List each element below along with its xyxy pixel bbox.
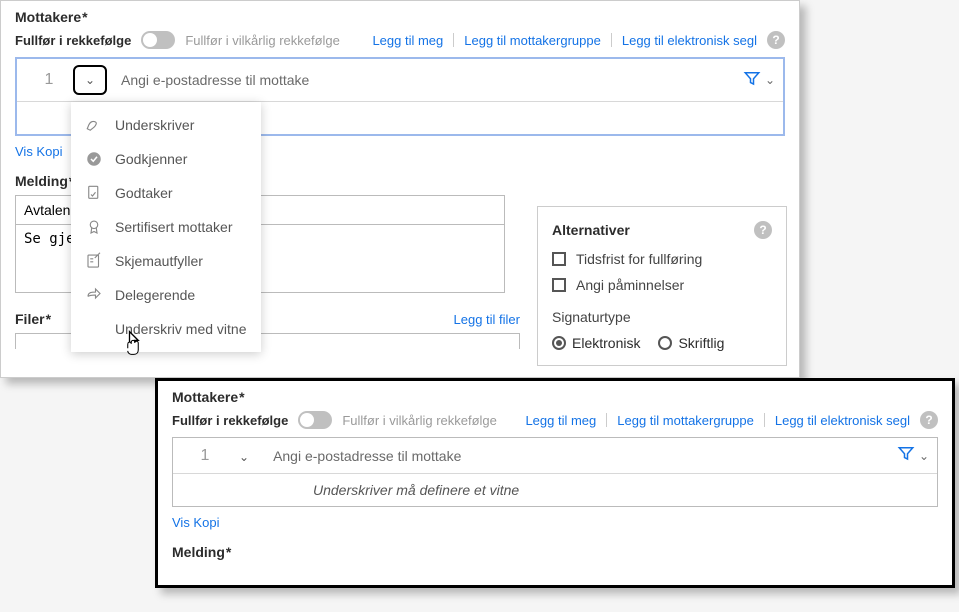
document-check-icon	[85, 184, 103, 202]
chevron-down-icon-2: ⌄	[239, 450, 249, 464]
chevron-down-icon: ⌄	[85, 73, 95, 87]
order-alt-label: Fullfør i vilkårlig rekkefølge	[185, 33, 340, 48]
radio-written[interactable]	[658, 336, 672, 350]
recipients-title: Mottakere	[15, 9, 785, 25]
witness-note-2: Underskriver må definere et vitne	[173, 474, 937, 506]
pen-icon	[85, 116, 103, 134]
dropdown-godkjenner[interactable]: Godkjenner	[71, 142, 261, 176]
dropdown-skjemautfyller[interactable]: Skjemautfyller	[71, 244, 261, 278]
witness-icon	[85, 320, 103, 338]
recipient-email-input-2[interactable]: Angi e-postadresse til mottake	[273, 448, 897, 464]
order-toggle[interactable]	[141, 31, 175, 49]
filter-icon-2[interactable]	[897, 444, 915, 467]
add-recipient-group-link-2[interactable]: Legg til mottakergruppe	[617, 413, 754, 428]
show-copy-link-2[interactable]: Vis Kopi	[172, 515, 219, 530]
recipient-number-2: 1	[181, 447, 229, 465]
alternatives-help-icon[interactable]: ?	[754, 221, 772, 239]
recipient-email-input[interactable]: Angi e-postadresse til mottake	[121, 72, 743, 88]
dropdown-sertifisert[interactable]: Sertifisert mottaker	[71, 210, 261, 244]
dropdown-delegerende[interactable]: Delegerende	[71, 278, 261, 312]
alternatives-title: Alternativer	[552, 222, 630, 238]
add-me-link[interactable]: Legg til meg	[372, 33, 443, 48]
order-row-2: Fullfør i rekkefølge Fullfør i vilkårlig…	[172, 411, 938, 429]
help-icon-2[interactable]: ?	[920, 411, 938, 429]
recipient-row-2: 1 ⌄ Angi e-postadresse til mottake ⌄ Und…	[172, 437, 938, 507]
help-icon[interactable]: ?	[767, 31, 785, 49]
dropdown-underskriv-vitne[interactable]: Underskriv med vitne	[71, 312, 261, 346]
form-fill-icon	[85, 252, 103, 270]
recipients-title-2: Mottakere	[172, 389, 938, 405]
check-circle-icon	[85, 150, 103, 168]
forward-arrow-icon	[85, 286, 103, 304]
signature-type-label: Signaturtype	[552, 309, 772, 325]
message-title-2: Melding	[172, 544, 231, 560]
add-recipient-group-link[interactable]: Legg til mottakergruppe	[464, 33, 601, 48]
recipient-type-dropdown-trigger-2[interactable]: ⌄	[229, 448, 259, 464]
add-me-link-2[interactable]: Legg til meg	[525, 413, 596, 428]
reminders-option[interactable]: Angi påminnelser	[552, 277, 772, 293]
add-electronic-seal-link-2[interactable]: Legg til elektronisk segl	[775, 413, 910, 428]
sig-electronic-option[interactable]: Elektronisk	[552, 335, 640, 351]
order-alt-label-2: Fullfør i vilkårlig rekkefølge	[342, 413, 497, 428]
recipient-number: 1	[25, 71, 73, 89]
dropdown-godtaker[interactable]: Godtaker	[71, 176, 261, 210]
files-title: Filer	[15, 311, 51, 327]
filter-icon[interactable]	[743, 69, 761, 92]
radio-electronic[interactable]	[552, 336, 566, 350]
deadline-checkbox[interactable]	[552, 252, 566, 266]
alternatives-box: Alternativer ? Tidsfrist for fullføring …	[537, 206, 787, 366]
order-row: Fullfør i rekkefølge Fullfør i vilkårlig…	[15, 31, 785, 49]
order-label: Fullfør i rekkefølge	[15, 33, 131, 48]
deadline-option[interactable]: Tidsfrist for fullføring	[552, 251, 772, 267]
auth-chevron-icon-2[interactable]: ⌄	[919, 449, 929, 463]
show-copy-link[interactable]: Vis Kopi	[15, 144, 62, 159]
reminders-checkbox[interactable]	[552, 278, 566, 292]
order-label-2: Fullfør i rekkefølge	[172, 413, 288, 428]
sig-written-option[interactable]: Skriftlig	[658, 335, 724, 351]
dropdown-underskriver[interactable]: Underskriver	[71, 108, 261, 142]
add-files-link[interactable]: Legg til filer	[454, 312, 520, 327]
recipient-type-dropdown-trigger[interactable]: ⌄	[73, 65, 107, 95]
add-electronic-seal-link[interactable]: Legg til elektronisk segl	[622, 33, 757, 48]
auth-chevron-icon[interactable]: ⌄	[765, 73, 775, 87]
order-toggle-2[interactable]	[298, 411, 332, 429]
badge-icon	[85, 218, 103, 236]
recipient-type-dropdown: Underskriver Godkjenner Godtaker Sertifi…	[71, 102, 261, 352]
